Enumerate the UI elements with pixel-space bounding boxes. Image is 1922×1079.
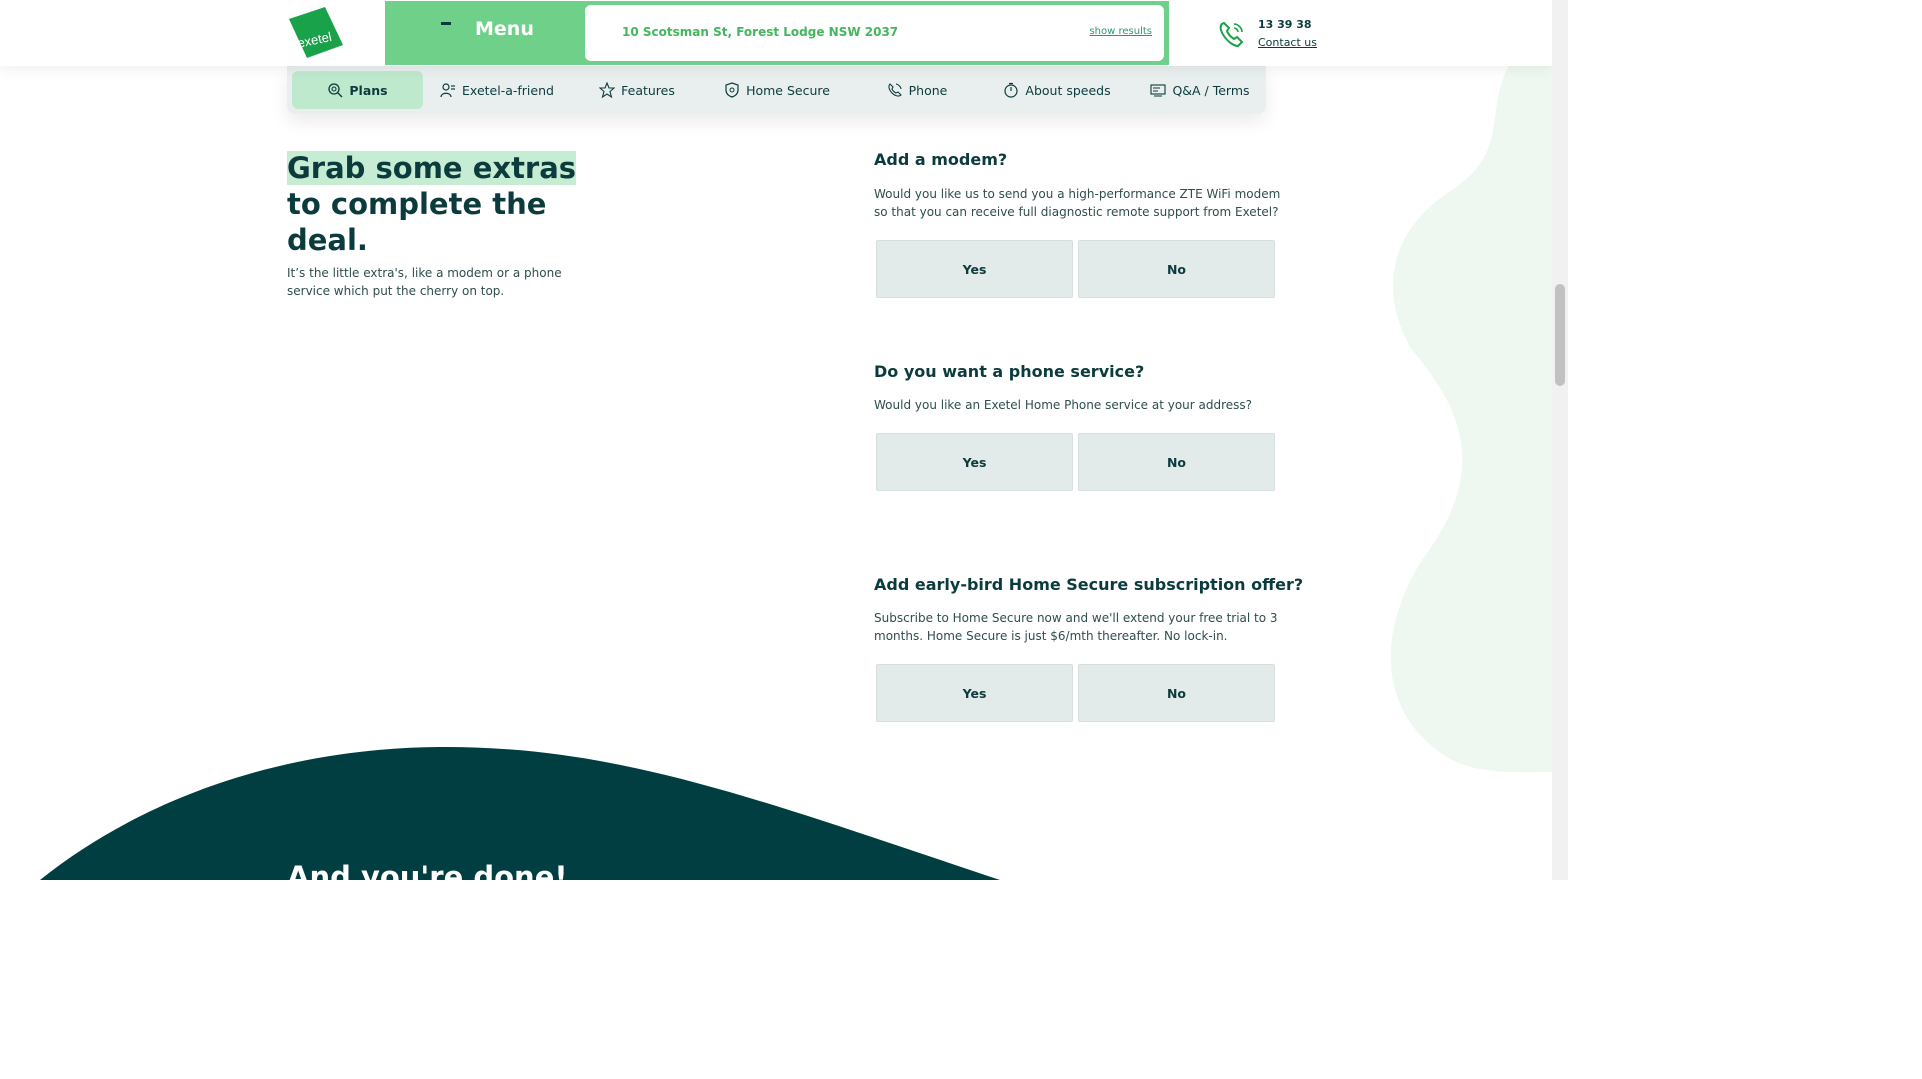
- tab-home-secure[interactable]: Home Secure: [712, 71, 842, 109]
- title-line-2: to complete the: [287, 187, 547, 221]
- tab-about-speeds[interactable]: About speeds: [992, 71, 1122, 109]
- phone-icon: [888, 83, 902, 97]
- document-icon: [1150, 84, 1166, 97]
- home-secure-no-button[interactable]: No: [1078, 664, 1275, 722]
- shield-icon: [725, 82, 739, 98]
- done-section-title: And you're done!: [287, 860, 568, 880]
- modem-question-title: Add a modem?: [874, 150, 1008, 169]
- bottom-wave: [40, 746, 1000, 880]
- home-secure-yes-button[interactable]: Yes: [876, 664, 1073, 722]
- title-line-3: deal.: [287, 223, 368, 257]
- home-secure-question-description: Subscribe to Home Secure now and we'll e…: [874, 611, 1278, 643]
- title-highlight: Grab some extras: [287, 151, 577, 185]
- tab-exetel-a-friend[interactable]: Exetel-a-friend: [432, 71, 562, 109]
- modem-no-button[interactable]: No: [1078, 240, 1275, 298]
- tab-about-speeds-label: About speeds: [1025, 82, 1111, 98]
- site-header: exetel Menu 10 Scotsman St, Forest Lodge…: [0, 0, 1552, 66]
- sub-navigation: Plans Exetel-a-friend Features Home Secu…: [287, 66, 1266, 114]
- phone-question-description: Would you like an Exetel Home Phone serv…: [874, 398, 1253, 412]
- page-subtitle: It’s the little extra's, like a modem or…: [287, 266, 562, 298]
- star-icon: [599, 82, 616, 98]
- tab-plans-label: Plans: [349, 82, 388, 98]
- tab-home-secure-label: Home Secure: [746, 82, 830, 98]
- phone-number[interactable]: 13 39 38: [1258, 18, 1312, 31]
- scrollbar[interactable]: [1552, 0, 1568, 880]
- tab-qa-terms[interactable]: Q&A / Terms: [1137, 71, 1263, 109]
- tab-plans[interactable]: Plans: [292, 71, 423, 109]
- menu-button[interactable]: Menu: [475, 18, 534, 40]
- tab-qa-terms-label: Q&A / Terms: [1172, 82, 1250, 98]
- phone-yes-button[interactable]: Yes: [876, 433, 1073, 491]
- exetel-logo[interactable]: exetel: [287, 5, 345, 59]
- tab-exetel-a-friend-label: Exetel-a-friend: [462, 82, 554, 98]
- address-text[interactable]: 10 Scotsman St, Forest Lodge NSW 2037: [622, 25, 898, 39]
- tab-phone-label: Phone: [908, 82, 948, 98]
- page: exetel Menu 10 Scotsman St, Forest Lodge…: [0, 0, 1552, 880]
- tab-features[interactable]: Features: [582, 71, 692, 109]
- scrollbar-thumb[interactable]: [1555, 284, 1565, 386]
- page-title: Grab some extras to complete the deal.: [287, 150, 587, 258]
- modem-yes-button[interactable]: Yes: [876, 240, 1073, 298]
- stopwatch-icon: [1004, 82, 1018, 98]
- phone-question-title: Do you want a phone service?: [874, 362, 1145, 381]
- home-secure-question-title: Add early-bird Home Secure subscription …: [874, 575, 1304, 594]
- contact-us-link[interactable]: Contact us: [1258, 36, 1317, 49]
- modem-question-description: Would you like us to send you a high-per…: [874, 187, 1281, 219]
- search-plan-icon: [328, 83, 343, 98]
- tab-features-label: Features: [621, 82, 675, 98]
- phone-no-button[interactable]: No: [1078, 433, 1275, 491]
- menu-toggle-icon[interactable]: [441, 22, 451, 25]
- phone-call-icon: [1219, 21, 1244, 48]
- tab-phone[interactable]: Phone: [862, 71, 972, 109]
- address-search-box[interactable]: 10 Scotsman St, Forest Lodge NSW 2037 sh…: [585, 5, 1164, 61]
- friend-icon: [440, 83, 456, 98]
- show-results-link[interactable]: show results: [1089, 26, 1152, 37]
